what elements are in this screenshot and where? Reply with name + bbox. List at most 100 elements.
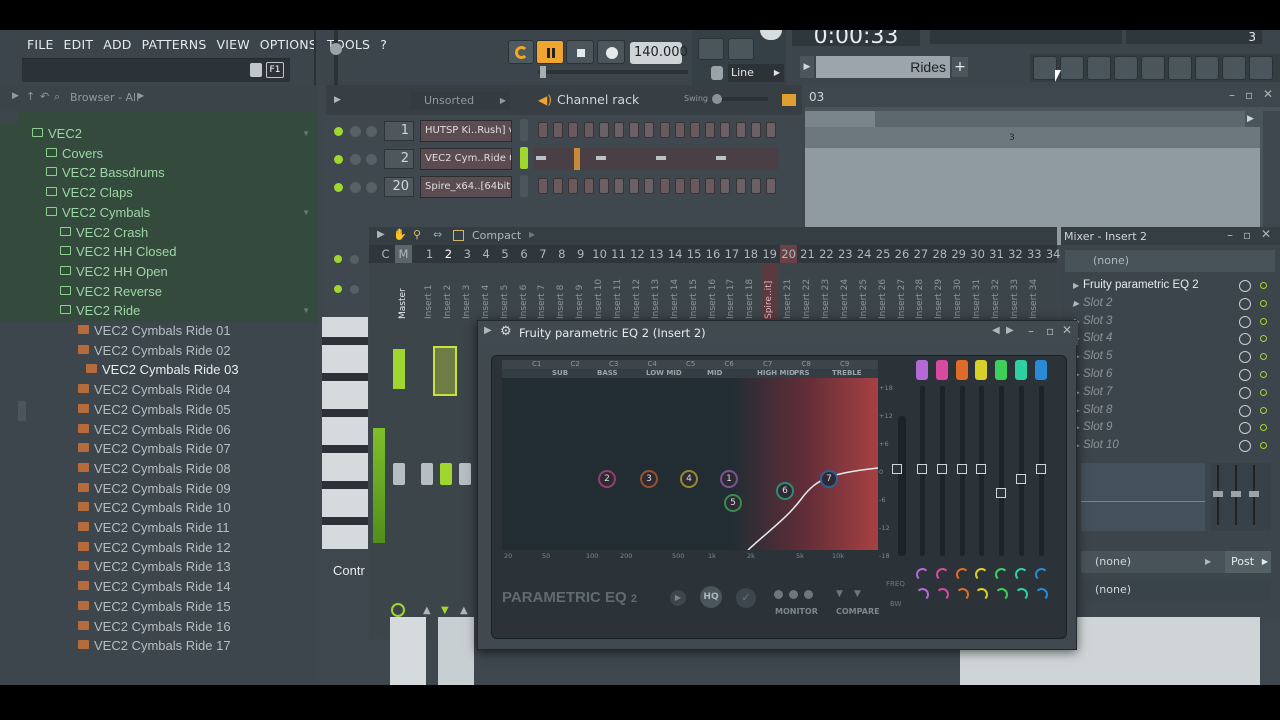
group-filter-select[interactable]: Unsorted ▶ <box>410 92 510 109</box>
fullscreen-icon[interactable] <box>1249 56 1273 80</box>
play-icon[interactable]: ▶ <box>670 590 686 606</box>
mixer-track-label[interactable]: Insert 9 <box>572 263 589 323</box>
step-button[interactable] <box>690 178 700 194</box>
stop-button[interactable] <box>566 40 594 64</box>
minimize-icon[interactable]: – <box>1028 324 1034 338</box>
channel-mute-led[interactable] <box>334 155 343 164</box>
monitor-knob[interactable] <box>804 590 813 599</box>
plugin-picker-icon[interactable] <box>1195 56 1219 80</box>
maximize-icon[interactable]: ▫ <box>1245 88 1253 102</box>
step-button[interactable] <box>629 178 640 194</box>
channel-select-indicator[interactable] <box>520 147 528 169</box>
eq-band-1-node[interactable]: 1 <box>720 470 738 488</box>
mixer-track-number[interactable]: 22 <box>818 245 835 263</box>
menu-options[interactable]: OPTIONS <box>255 35 322 55</box>
eq-band-4-node[interactable]: 4 <box>680 470 698 488</box>
slot-enable-led[interactable] <box>1260 388 1267 396</box>
effect-slot[interactable]: ▶Slot 4 <box>1073 330 1273 348</box>
pattern-number[interactable]: 3 <box>1126 30 1262 44</box>
menu-edit[interactable]: EDIT <box>59 35 99 55</box>
insert3-fader[interactable] <box>459 463 471 485</box>
eq-band-2-node[interactable]: 2 <box>598 470 616 488</box>
channel-select-indicator[interactable] <box>520 175 528 197</box>
mixer-track-number[interactable]: 20 <box>780 245 798 263</box>
mixer-track-label[interactable]: Spire..it] <box>761 263 779 323</box>
step-button[interactable] <box>598 178 609 194</box>
band-6-gain-handle[interactable] <box>1016 474 1026 484</box>
browser-file-item[interactable]: VEC2 Cymbals Ride 07 <box>0 438 318 460</box>
search-icon[interactable]: ⌕ <box>54 90 60 104</box>
channel-name-button[interactable]: VEC2 Cym..Ride 03 <box>420 148 512 170</box>
mixer-track-label[interactable]: Insert 34 <box>1026 263 1043 323</box>
slot-enable-led[interactable] <box>1260 371 1267 378</box>
step-button[interactable] <box>659 122 670 138</box>
step-button[interactable] <box>674 178 685 194</box>
metronome-icon[interactable] <box>711 66 723 80</box>
step-button[interactable] <box>735 178 746 194</box>
slot-enable-led[interactable] <box>1260 282 1267 289</box>
slot-mix-knob[interactable] <box>1239 333 1251 346</box>
mixer-track-number[interactable]: 19 <box>761 245 778 263</box>
snap-icon[interactable] <box>698 38 724 60</box>
mixer-track-number[interactable]: 9 <box>572 245 589 263</box>
monitor-knob[interactable] <box>789 590 798 599</box>
expand-icon[interactable]: ▶ <box>1073 277 1079 294</box>
mixer-track-number[interactable]: 4 <box>478 245 495 263</box>
mixer-track-number[interactable]: 16 <box>705 245 722 263</box>
mixer-track-label[interactable]: Insert 14 <box>667 263 684 323</box>
master-fader[interactable] <box>393 463 405 485</box>
pin-icon[interactable]: ⚲ <box>413 228 421 241</box>
browser-file-item[interactable]: VEC2 Cymbals Ride 10 <box>0 497 318 519</box>
step-button[interactable] <box>735 122 746 138</box>
mixer-track-number[interactable]: 34 <box>1045 245 1062 263</box>
mixer-track-label[interactable]: Insert 24 <box>837 263 854 323</box>
browser-folder-item[interactable]: Covers <box>0 142 318 165</box>
expand-icon[interactable]: ▶ <box>1073 295 1079 312</box>
close-icon[interactable]: ✕ <box>1263 87 1273 101</box>
eq-band-6-node[interactable]: 6 <box>776 482 794 500</box>
prev-preset-icon[interactable]: ◀ <box>992 325 1000 336</box>
input-select[interactable]: (none) <box>1065 250 1275 272</box>
mixer-track-label[interactable]: Insert 28 <box>912 263 929 323</box>
post-select[interactable]: Post ▶ <box>1225 551 1271 573</box>
main-gain-handle[interactable] <box>892 464 902 474</box>
browser-file-item[interactable]: VEC2 Cymbals Ride 03 <box>0 359 318 381</box>
next-preset-icon[interactable]: ▶ <box>1006 325 1014 336</box>
menu-add[interactable]: ADD <box>98 35 136 55</box>
slot-mix-knob[interactable] <box>1239 280 1251 292</box>
browser-file-item[interactable]: VEC2 Cymbals Ride 13 <box>0 556 318 578</box>
mixer-track-number[interactable]: 30 <box>969 245 986 263</box>
effect-slot[interactable]: ▶Slot 8 <box>1073 402 1273 420</box>
step-button[interactable] <box>614 178 624 194</box>
chevron-down-icon[interactable]: ▼ <box>302 300 310 321</box>
channel-select-indicator[interactable] <box>520 119 528 141</box>
selected-insert-meter[interactable] <box>433 346 457 396</box>
mixer-track-number[interactable]: 31 <box>988 245 1005 263</box>
piano-roll-preview[interactable] <box>534 148 778 170</box>
tempo-display[interactable]: 140.000 <box>630 42 688 64</box>
step-button[interactable] <box>538 122 548 138</box>
band-3-bw-knob[interactable] <box>955 588 969 601</box>
slot-enable-led[interactable] <box>1260 335 1267 343</box>
band-4-freq-knob[interactable] <box>975 568 989 581</box>
band-1-freq-knob[interactable] <box>916 568 929 581</box>
record-button[interactable] <box>597 40 625 64</box>
slot-mix-knob[interactable] <box>1239 422 1251 435</box>
swing-slider[interactable] <box>712 94 768 104</box>
mixer-track-number[interactable]: 24 <box>856 245 873 263</box>
mixer-track-label[interactable]: Insert 8 <box>553 263 570 323</box>
mixer-track-label[interactable]: Insert 1 <box>421 263 438 323</box>
mixer-track-number[interactable]: 1 <box>421 245 438 263</box>
mixer-track-number[interactable]: 8 <box>553 245 570 263</box>
browser-folder-item[interactable]: VEC2 ▼ <box>0 123 318 145</box>
effect-slot[interactable]: ▶Slot 5 <box>1073 348 1273 366</box>
slot-mix-knob[interactable] <box>1239 440 1251 453</box>
browser-file-item[interactable]: VEC2 Cymbals Ride 06 <box>0 419 318 441</box>
minimize-icon[interactable]: – <box>1227 228 1233 242</box>
mixer-track-label[interactable]: Insert 22 <box>799 263 816 323</box>
channel-mute-led[interactable] <box>334 183 343 192</box>
step-button[interactable] <box>538 178 548 194</box>
compact-icon[interactable] <box>453 230 464 241</box>
step-graph-icon[interactable] <box>782 94 796 106</box>
browser-folder-item[interactable]: VEC2 Ride ▼ <box>0 300 318 322</box>
